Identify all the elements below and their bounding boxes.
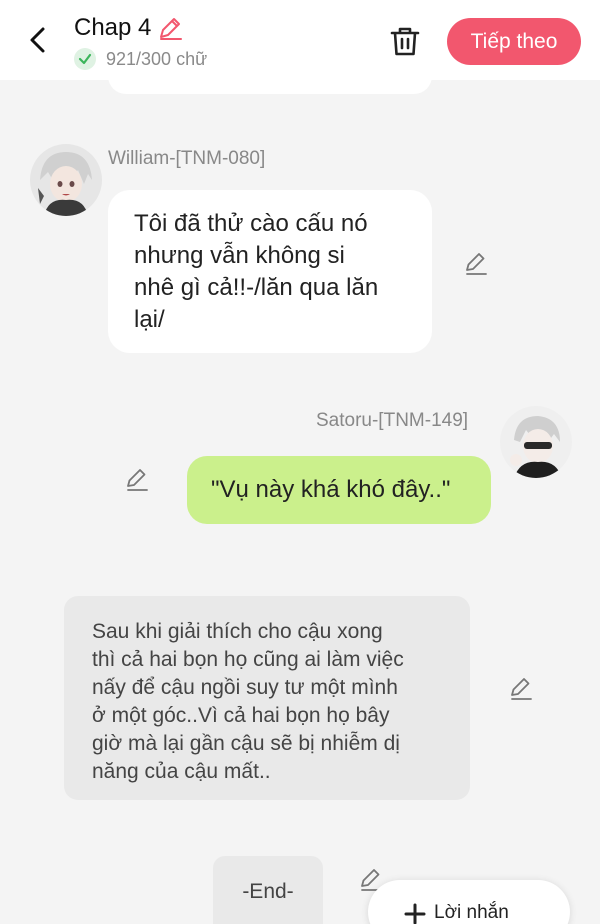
word-count-row: 921/300 chữ (74, 48, 207, 70)
top-bar: Chap 4 921/300 chữ Tiếp theo (0, 0, 600, 80)
message-line: "Vụ này khá khó đây.." (211, 476, 451, 503)
message-line: Tôi đã thử cào cấu nó (134, 210, 368, 237)
word-count: 921/300 chữ (106, 48, 208, 69)
add-message-label: Lời nhắn (434, 902, 509, 923)
back-arrow-icon (30, 27, 45, 53)
message-line: lại/ (134, 306, 165, 333)
narration-block[interactable]: Sau khi giải thích cho cậu xong thì cả h… (64, 596, 470, 800)
edit-message-icon[interactable] (463, 250, 489, 276)
narration-line: nấy để cậu ngồi suy tư một mình (92, 676, 398, 699)
next-button[interactable]: Tiếp theo (447, 18, 581, 65)
sender-name: William-[TNM-080] (108, 148, 266, 169)
message-bubble[interactable]: Tôi đã thử cào cấu nó nhưng vẫn không si… (108, 190, 432, 353)
avatar-satoru[interactable] (500, 406, 572, 478)
narration-line: Sau khi giải thích cho cậu xong (92, 620, 383, 643)
chapter-title: Chap 4 (74, 14, 152, 41)
sender-name: Satoru-[TNM-149] (316, 410, 469, 431)
edit-message-icon[interactable] (124, 466, 150, 492)
plus-icon (404, 903, 426, 924)
add-message-button[interactable]: Lời nhắn (368, 880, 570, 924)
end-block[interactable]: -End- (213, 856, 323, 924)
edit-narration-icon[interactable] (508, 675, 534, 701)
back-button[interactable] (20, 22, 56, 58)
end-label: -End- (242, 880, 294, 903)
check-icon (74, 48, 96, 70)
narration-line: ở một góc..Vì cả hai bọn họ bây (92, 704, 390, 727)
avatar-william[interactable] (30, 144, 102, 216)
trash-icon (390, 27, 420, 56)
narration-line: năng của cậu mất.. (92, 760, 271, 783)
delete-button[interactable] (388, 24, 422, 58)
message-line: nhê gì cả!!-/lăn qua lăn (134, 274, 379, 301)
chapter-title-row: Chap 4 (74, 14, 183, 42)
message-bubble[interactable]: "Vụ này khá khó đây.." (187, 456, 491, 524)
message-line: nhưng vẫn không si (134, 242, 345, 269)
edit-title-icon[interactable] (157, 15, 183, 41)
narration-line: thì cả hai bọn họ cũng ai làm việc (92, 648, 404, 671)
narration-line: giờ mà lại gần cậu sẽ bị nhiễm dị (92, 732, 400, 755)
